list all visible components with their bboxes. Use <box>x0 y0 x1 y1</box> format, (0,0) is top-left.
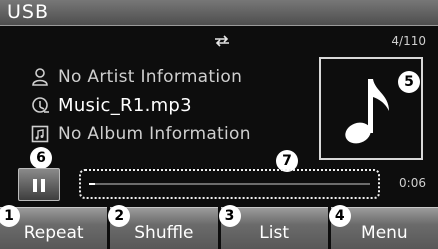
file-name: Music_R1.mp3 <box>58 94 192 116</box>
artist-label: No Artist Information <box>58 67 243 87</box>
callout-badge-pause: 6 <box>30 147 52 169</box>
menu-button-label: Menu <box>361 223 408 243</box>
list-button[interactable]: 3 List <box>218 205 328 249</box>
repeat-button[interactable]: 1 Repeat <box>0 205 108 249</box>
track-counter: 4/110 <box>391 34 426 48</box>
usb-player-screen: USB 4/110 No Artist Information Music_R1… <box>0 0 438 249</box>
title-bar: USB <box>0 0 438 26</box>
bottom-button-bar: 1 Repeat 2 Shuffle 3 List 4 Menu <box>0 205 438 249</box>
music-note-icon <box>345 79 389 144</box>
person-icon <box>32 68 48 86</box>
artist-row: No Artist Information <box>30 66 242 88</box>
shuffle-button[interactable]: 2 Shuffle <box>108 205 218 249</box>
list-button-label: List <box>259 223 289 243</box>
callout-badge-album-art: 5 <box>398 71 420 93</box>
elapsed-time: 0:06 <box>399 176 426 190</box>
album-icon <box>31 125 49 143</box>
pause-icon <box>19 169 59 200</box>
source-title: USB <box>7 1 50 23</box>
album-label: No Album Information <box>58 124 251 144</box>
file-row: Music_R1.mp3 <box>30 94 192 116</box>
progress-track <box>89 183 370 185</box>
shuffle-button-label: Shuffle <box>134 223 194 243</box>
progress-bar[interactable] <box>79 169 380 199</box>
repeat-button-label: Repeat <box>23 223 84 243</box>
progress-fill <box>89 183 95 185</box>
menu-button[interactable]: 4 Menu <box>328 205 438 249</box>
music-file-icon <box>32 97 49 113</box>
pause-button[interactable] <box>18 168 60 201</box>
album-row: No Album Information <box>30 123 251 145</box>
repeat-arrows-icon <box>215 35 229 47</box>
